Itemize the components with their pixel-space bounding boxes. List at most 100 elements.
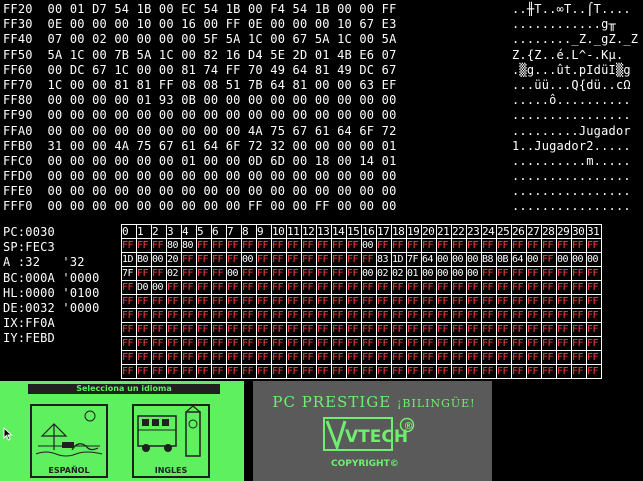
grid-cell: 00 [361,238,377,253]
grid-cell: FF [406,336,422,351]
hex-row: FFF0 00 00 00 00 00 00 00 00 00 FF 00 00… [3,199,397,214]
register-line: HL:0000 '0100 [3,285,100,300]
grid-cell: FF [421,294,437,309]
hex-row: FF50 5A 1C 00 7B 5A 1C 00 82 16 D4 5E 2D… [3,47,397,62]
ascii-row: ................ [512,108,631,123]
grid-cell: FF [541,280,557,295]
grid-cell: FF [166,280,182,295]
grid-cell: FF [391,308,407,323]
grid-cell: FF [256,266,272,281]
product-title: PC PRESTIGE ¡BILINGÜE! [263,393,485,411]
hex-row: FF80 00 00 00 00 01 93 0B 00 00 00 00 00… [3,93,397,108]
grid-column-index: 23 [466,224,482,239]
grid-cell: FF [136,350,152,365]
grid-cell: FF [586,322,602,337]
grid-cell: FF [541,252,557,267]
ascii-row: .........Jugador [512,123,631,138]
grid-cell: FF [451,322,467,337]
ascii-row: Z.{Z..é.L^-.Kµ. [512,47,624,62]
grid-cell: FF [496,364,512,379]
grid-cell: FF [151,322,167,337]
grid-column-index: 24 [481,224,497,239]
grid-cell: FF [166,336,182,351]
grid-cell: FF [556,238,572,253]
grid-column-index: 1 [136,224,152,239]
grid-cell: FF [421,336,437,351]
grid-cell: FF [466,336,482,351]
grid-cell: FF [496,280,512,295]
grid-cell: FF [436,308,452,323]
grid-cell: FF [571,308,587,323]
grid-cell: FF [406,364,422,379]
grid-cell: FF [241,336,257,351]
grid-cell: FF [466,280,482,295]
grid-cell: FF [301,266,317,281]
grid-cell: FF [301,294,317,309]
grid-cell: FF [466,364,482,379]
grid-cell: FF [391,336,407,351]
grid-cell: FF [436,364,452,379]
ascii-row: ................ [512,199,631,214]
grid-column-index: 17 [376,224,392,239]
grid-cell: FF [196,266,212,281]
grid-cell: FF [181,252,197,267]
grid-row: FF D0 00 FF FF FF FF FF FF FF FF FF FF FF FF FF FF FF FF FF… [121,280,602,295]
grid-cell: FF [361,280,377,295]
grid-cell: 00 [361,266,377,281]
grid-cell: FF [286,322,302,337]
grid-cell: FF [586,294,602,309]
grid-cell: FF [481,266,497,281]
grid-cell: FF [286,266,302,281]
grid-row: FF FF FF FF FF FF FF FF FF FF FF FF FF FF FF FF FF FF FF FF… [121,336,602,351]
grid-cell: FF [511,364,527,379]
grid-cell: FF [226,308,242,323]
grid-cell: FF [181,350,197,365]
grid-cell: B8 [481,252,497,267]
grid-cell: FF [586,266,602,281]
grid-cell: 00 [556,252,572,267]
grid-cell: FF [436,280,452,295]
grid-cell: FF [316,350,332,365]
grid-column-index: 19 [406,224,422,239]
english-option[interactable]: INGLES [132,404,210,478]
grid-cell: FF [421,280,437,295]
grid-cell: FF [466,238,482,253]
grid-cell: FF [121,336,137,351]
grid-cell: FF [391,364,407,379]
grid-cell: FF [526,280,542,295]
grid-cell: FF [226,294,242,309]
grid-column-index: 30 [571,224,587,239]
grid-cell: FF [511,350,527,365]
grid-cell: FF [496,322,512,337]
grid-cell: FF [571,336,587,351]
grid-cell: FF [271,280,287,295]
grid-cell: 20 [166,252,182,267]
grid-column-index: 13 [316,224,332,239]
grid-cell: FF [406,238,422,253]
grid-cell: FF [451,280,467,295]
grid-column-index: 29 [556,224,572,239]
grid-cell: FF [421,350,437,365]
language-select-screen: Selecciona un idioma ESPAÑOL INGLES [0,381,244,481]
grid-cell: FF [496,266,512,281]
grid-cell: FF [211,322,227,337]
grid-cell: FF [271,350,287,365]
grid-cell: FF [346,364,362,379]
grid-cell: FF [316,336,332,351]
grid-cell: FF [406,308,422,323]
spanish-option[interactable]: ESPAÑOL [30,404,108,478]
grid-cell: FF [526,322,542,337]
grid-cell: FF [331,322,347,337]
grid-cell: FF [421,364,437,379]
grid-cell: FF [481,308,497,323]
grid-cell: 00 [436,266,452,281]
grid-cell: B0 [136,252,152,267]
grid-cell: 00 [586,252,602,267]
grid-column-index: 11 [286,224,302,239]
grid-cell: FF [556,294,572,309]
grid-cell: FF [256,350,272,365]
grid-cell: FF [166,350,182,365]
grid-cell: 7F [121,266,137,281]
hex-row: FFA0 00 00 00 00 00 00 00 00 00 4A 75 67… [3,123,397,138]
english-option-label: INGLES [154,466,188,475]
